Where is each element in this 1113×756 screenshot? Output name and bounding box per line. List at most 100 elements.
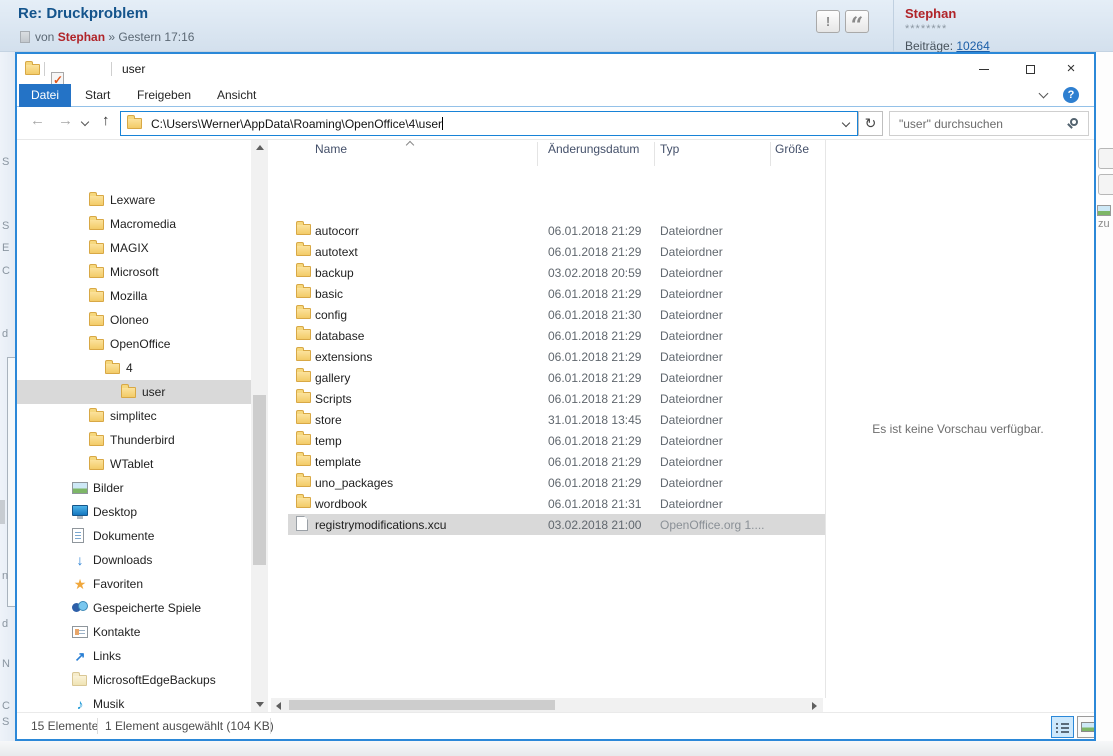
tab-ansicht[interactable]: Ansicht <box>217 84 256 107</box>
documents-icon <box>72 528 84 543</box>
scroll-down-icon[interactable] <box>256 702 264 707</box>
file-row-template[interactable]: template 06.01.2018 21:29 Dateiordner <box>288 451 825 472</box>
forward-icon[interactable]: → <box>58 112 73 129</box>
minimize-button[interactable] <box>961 54 1007 84</box>
file-date: 03.02.2018 20:59 <box>548 266 641 280</box>
file-type: Dateiordner <box>660 350 723 364</box>
user-panel-name[interactable]: Stephan <box>905 6 956 21</box>
recent-locations-chevron-icon[interactable] <box>81 118 89 126</box>
file-row-uno-packages[interactable]: uno_packages 06.01.2018 21:29 Dateiordne… <box>288 472 825 493</box>
minimize-icon <box>979 69 989 70</box>
up-icon[interactable]: ↑ <box>102 112 110 129</box>
sidebar-item-gespeicherte-spiele[interactable]: Gespeicherte Spiele <box>17 596 251 620</box>
details-view-button[interactable] <box>1051 716 1074 738</box>
scroll-right-icon[interactable] <box>812 702 817 710</box>
folder-icon <box>296 476 311 487</box>
maximize-button[interactable] <box>1007 54 1053 84</box>
sidebar-item-4[interactable]: 4 <box>17 356 251 380</box>
column-header-name[interactable]: Name <box>315 142 347 156</box>
sidebar-item-lexware[interactable]: Lexware <box>17 188 251 212</box>
file-date: 06.01.2018 21:29 <box>548 476 641 490</box>
file-row-autotext[interactable]: autotext 06.01.2018 21:29 Dateiordner <box>288 241 825 262</box>
file-row-wordbook[interactable]: wordbook 06.01.2018 21:31 Dateiordner <box>288 493 825 514</box>
sidebar-item-bilder[interactable]: Bilder <box>17 476 251 500</box>
folder-icon <box>296 455 311 466</box>
sidebar-item-wtablet[interactable]: WTablet <box>17 452 251 476</box>
report-post-button[interactable]: ! <box>816 10 840 33</box>
quote-post-button[interactable]: “ <box>845 10 869 33</box>
list-horizontal-scrollbar-thumb[interactable] <box>289 700 555 710</box>
file-row-extensions[interactable]: extensions 06.01.2018 21:29 Dateiordner <box>288 346 825 367</box>
tab-freigeben[interactable]: Freigeben <box>137 84 191 107</box>
star-icon <box>72 576 88 592</box>
tree-scrollbar-thumb[interactable] <box>253 395 266 565</box>
sidebar-item-user[interactable]: user <box>17 380 251 404</box>
sidebar-item-microsoft[interactable]: Microsoft <box>17 260 251 284</box>
file-name: registrymodifications.xcu <box>315 518 446 532</box>
scroll-up-icon[interactable] <box>256 145 264 150</box>
tab-datei[interactable]: Datei <box>19 84 71 107</box>
address-path[interactable]: C:\Users\Werner\AppData\Roaming\OpenOffi… <box>151 117 442 131</box>
scroll-left-icon[interactable] <box>276 702 281 710</box>
column-header-type[interactable]: Typ <box>660 142 679 156</box>
sidebar-item-magix[interactable]: MAGIX <box>17 236 251 260</box>
thumbnails-view-button[interactable] <box>1077 716 1096 738</box>
forum-left-tab-fragment <box>0 500 5 524</box>
sidebar-item-openoffice[interactable]: OpenOffice <box>17 332 251 356</box>
sidebar-item-dokumente[interactable]: Dokumente <box>17 524 251 548</box>
sidebar-item-suchvorgänge[interactable]: Suchvorgänge <box>17 740 251 741</box>
sidebar-item-simplitec[interactable]: simplitec <box>17 404 251 428</box>
status-bar: 15 Elemente 1 Element ausgewählt (104 KB… <box>17 712 1094 739</box>
posts-count-link[interactable]: 10264 <box>956 39 989 53</box>
column-header-date[interactable]: Änderungsdatum <box>548 142 639 156</box>
sidebar-item-thunderbird[interactable]: Thunderbird <box>17 428 251 452</box>
address-dropdown-chevron-icon[interactable] <box>842 119 850 127</box>
post-title: Re: Druckproblem <box>18 5 148 22</box>
sidebar-item-downloads[interactable]: Downloads <box>17 548 251 572</box>
folder-icon <box>105 363 120 374</box>
file-row-registrymodifications-xcu[interactable]: registrymodifications.xcu 03.02.2018 21:… <box>288 514 825 535</box>
file-name: Scripts <box>315 392 352 406</box>
file-row-backup[interactable]: backup 03.02.2018 20:59 Dateiordner <box>288 262 825 283</box>
file-name: uno_packages <box>315 476 393 490</box>
column-separator[interactable] <box>654 142 655 166</box>
file-row-config[interactable]: config 06.01.2018 21:30 Dateiordner <box>288 304 825 325</box>
sidebar-item-mozilla[interactable]: Mozilla <box>17 284 251 308</box>
sidebar-item-oloneo[interactable]: Oloneo <box>17 308 251 332</box>
address-bar-input[interactable]: C:\Users\Werner\AppData\Roaming\OpenOffi… <box>120 111 858 136</box>
file-row-database[interactable]: database 06.01.2018 21:29 Dateiordner <box>288 325 825 346</box>
sort-ascending-icon <box>406 141 414 149</box>
post-author-link[interactable]: Stephan <box>58 30 105 44</box>
file-row-gallery[interactable]: gallery 06.01.2018 21:29 Dateiordner <box>288 367 825 388</box>
file-type: Dateiordner <box>660 455 723 469</box>
sidebar-item-microsoftedgebackups[interactable]: MicrosoftEdgeBackups <box>17 668 251 692</box>
user-panel-rank-stars: ******** <box>905 23 947 35</box>
back-icon[interactable]: ← <box>30 112 45 129</box>
help-icon[interactable]: ? <box>1063 87 1079 103</box>
tab-start[interactable]: Start <box>85 84 110 107</box>
file-date: 06.01.2018 21:29 <box>548 287 641 301</box>
column-separator[interactable] <box>537 142 538 166</box>
search-input[interactable]: "user" durchsuchen <box>889 111 1089 136</box>
navigation-bar: ← → ↑ C:\Users\Werner\AppData\Roaming\Op… <box>17 107 1094 140</box>
app-folder-icon <box>25 64 40 75</box>
file-row-store[interactable]: store 31.01.2018 13:45 Dateiordner <box>288 409 825 430</box>
file-row-scripts[interactable]: Scripts 06.01.2018 21:29 Dateiordner <box>288 388 825 409</box>
sidebar-item-kontakte[interactable]: Kontakte <box>17 620 251 644</box>
sidebar-item-macromedia[interactable]: Macromedia <box>17 212 251 236</box>
refresh-button[interactable]: ↻ <box>858 111 883 136</box>
sidebar-item-favoriten[interactable]: Favoriten <box>17 572 251 596</box>
sidebar-item-desktop[interactable]: Desktop <box>17 500 251 524</box>
folder-icon <box>296 329 311 340</box>
minimize-ribbon-chevron-icon[interactable] <box>1039 89 1049 99</box>
close-button[interactable]: × <box>1048 54 1094 84</box>
sidebar-item-links[interactable]: Links <box>17 644 251 668</box>
file-row-autocorr[interactable]: autocorr 06.01.2018 21:29 Dateiordner <box>288 220 825 241</box>
column-separator[interactable] <box>770 142 771 166</box>
downloads-icon <box>72 552 88 568</box>
pictures-icon <box>72 482 88 494</box>
file-row-temp[interactable]: temp 06.01.2018 21:29 Dateiordner <box>288 430 825 451</box>
column-header-size[interactable]: Größe <box>775 142 809 156</box>
file-row-basic[interactable]: basic 06.01.2018 21:29 Dateiordner <box>288 283 825 304</box>
file-date: 06.01.2018 21:31 <box>548 497 641 511</box>
